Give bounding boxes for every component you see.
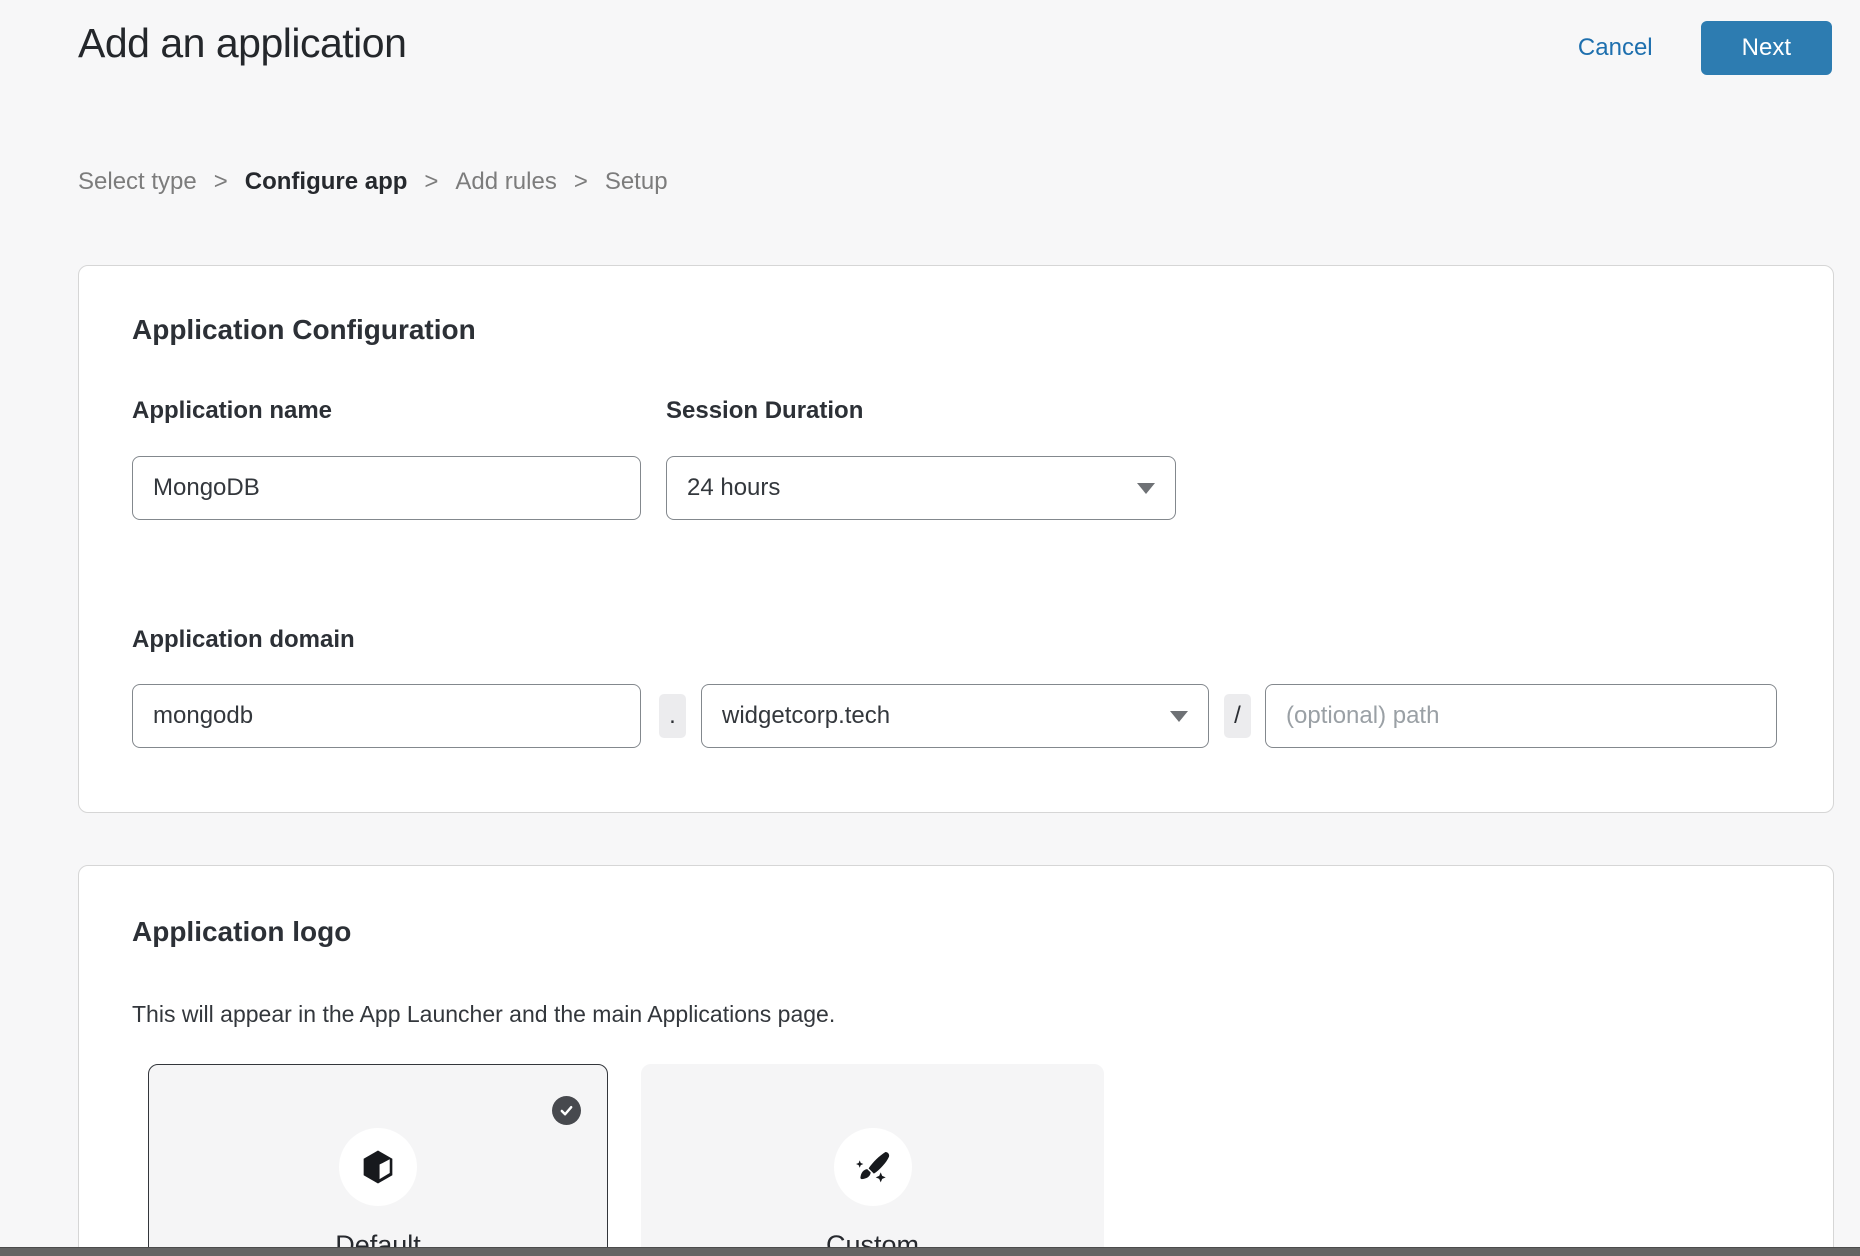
logo-option-custom[interactable]: Custom (641, 1064, 1104, 1256)
session-duration-label: Session Duration (666, 397, 863, 425)
window-bottom-edge (0, 1247, 1860, 1256)
application-name-label: Application name (132, 397, 332, 425)
custom-logo-circle (834, 1128, 912, 1206)
header-actions: Cancel Next (1578, 21, 1832, 75)
chevron-down-icon (1170, 711, 1188, 722)
step-select-type[interactable]: Select type (78, 168, 197, 196)
config-card-title: Application Configuration (132, 314, 476, 346)
application-domain-label: Application domain (132, 626, 355, 654)
slash-separator: / (1224, 694, 1251, 738)
chevron-separator: > (574, 168, 588, 196)
domain-select-value: widgetcorp.tech (722, 702, 890, 730)
logo-card-description: This will appear in the App Launcher and… (132, 1001, 835, 1028)
domain-select[interactable]: widgetcorp.tech (701, 684, 1209, 748)
application-configuration-card: Application Configuration Application na… (78, 265, 1834, 813)
cube-icon (357, 1146, 399, 1188)
step-setup[interactable]: Setup (605, 168, 668, 196)
application-name-input[interactable] (132, 456, 641, 520)
default-logo-circle (339, 1128, 417, 1206)
page-title: Add an application (78, 20, 406, 67)
chevron-separator: > (424, 168, 438, 196)
path-input[interactable] (1265, 684, 1777, 748)
paintbrush-icon (852, 1146, 894, 1188)
dot-separator: . (659, 694, 686, 738)
cancel-button[interactable]: Cancel (1578, 34, 1653, 62)
next-button[interactable]: Next (1701, 21, 1832, 75)
chevron-separator: > (214, 168, 228, 196)
logo-option-default[interactable]: Default (148, 1064, 608, 1256)
application-logo-card: Application logo This will appear in the… (78, 865, 1834, 1256)
step-add-rules[interactable]: Add rules (455, 168, 556, 196)
chevron-down-icon (1137, 483, 1155, 494)
subdomain-input[interactable] (132, 684, 641, 748)
selected-check-icon (552, 1096, 581, 1125)
session-duration-select[interactable]: 24 hours (666, 456, 1176, 520)
step-configure-app[interactable]: Configure app (245, 168, 408, 196)
breadcrumb: Select type > Configure app > Add rules … (78, 168, 668, 196)
logo-card-title: Application logo (132, 916, 351, 948)
session-duration-value: 24 hours (687, 474, 780, 502)
